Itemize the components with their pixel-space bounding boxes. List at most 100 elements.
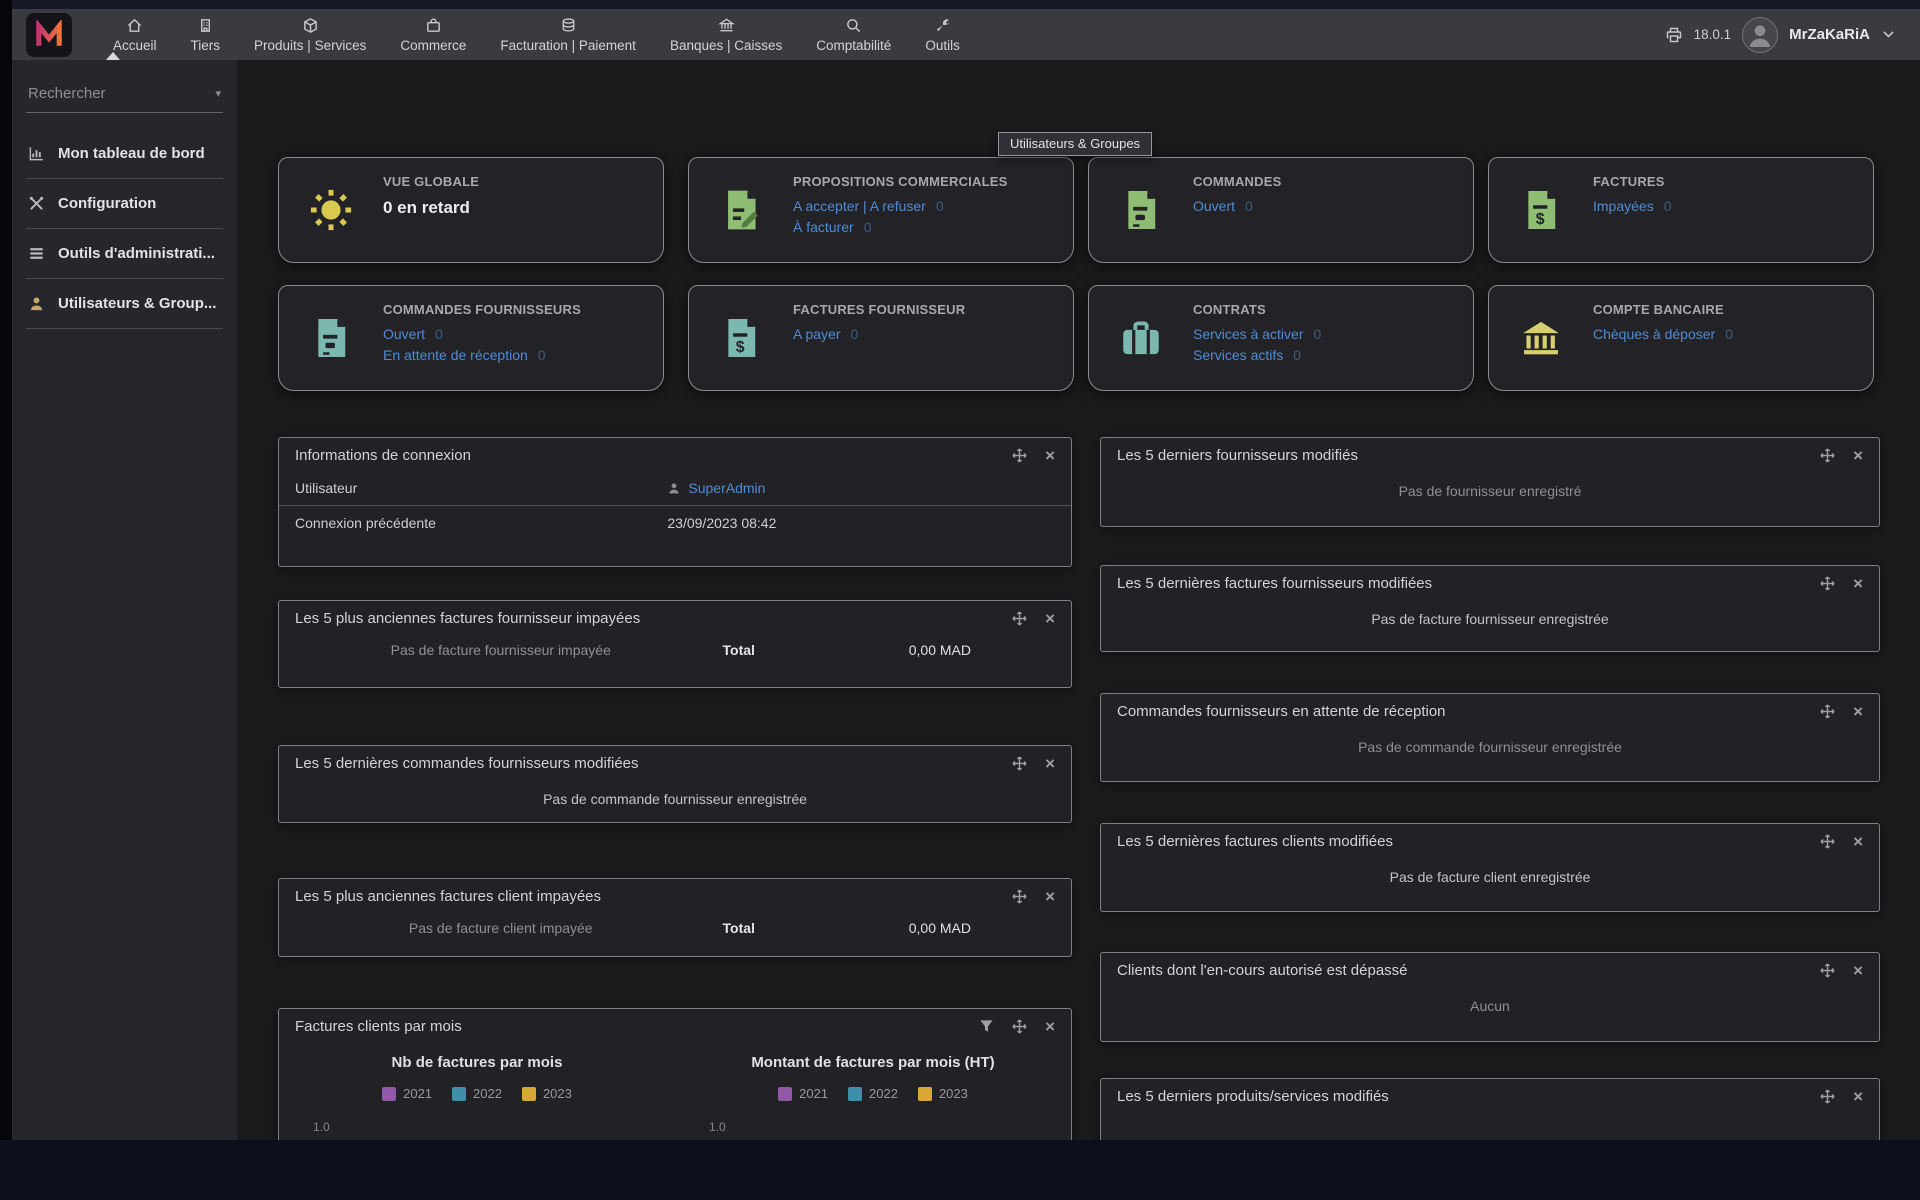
kpi-link[interactable]: Ouvert: [1193, 198, 1235, 214]
nav-tiers[interactable]: Tiers: [174, 9, 238, 60]
cube-icon: [302, 17, 319, 34]
nav-label: Comptabilité: [816, 38, 891, 53]
nav-banques-caisses[interactable]: Banques | Caisses: [653, 9, 799, 60]
app-logo[interactable]: [26, 13, 72, 57]
bank-icon: [718, 17, 735, 34]
nav-commerce[interactable]: Commerce: [383, 9, 483, 60]
kpi-compte-bancaire[interactable]: COMPTE BANCAIRE Chèques à déposer0: [1488, 285, 1874, 391]
crossed-tools-icon: [28, 195, 45, 212]
hover-tooltip: Utilisateurs & Groupes: [998, 132, 1152, 156]
kpi-link[interactable]: Services actifs: [1193, 347, 1283, 363]
move-handle-icon[interactable]: [1012, 756, 1027, 771]
move-handle-icon[interactable]: [1820, 704, 1835, 719]
legend-swatch-2021: [778, 1087, 792, 1101]
search-input[interactable]: [26, 84, 213, 103]
nav-produits-services[interactable]: Produits | Services: [237, 9, 383, 60]
y-axis-tick: 1.0: [313, 1120, 330, 1134]
kpi-link[interactable]: Impayées: [1593, 198, 1654, 214]
user-icon: [28, 295, 45, 312]
print-button[interactable]: [1665, 26, 1683, 44]
widget-title: Les 5 dernières commandes fournisseurs m…: [295, 755, 639, 772]
kpi-link[interactable]: En attente de réception: [383, 347, 528, 363]
kpi-link[interactable]: À facturer: [793, 219, 854, 235]
sidebar-item-configuration[interactable]: Configuration: [26, 179, 223, 229]
nav-comptabilite[interactable]: Comptabilité: [799, 9, 908, 60]
empty-state-text: Pas de facture client impayée: [279, 920, 723, 936]
close-icon[interactable]: ×: [1045, 888, 1055, 905]
kpi-link[interactable]: A accepter | A refuser: [793, 198, 926, 214]
y-axis-tick: 1.0: [709, 1120, 726, 1134]
move-handle-icon[interactable]: [1820, 576, 1835, 591]
kpi-value: 0 en retard: [383, 198, 663, 218]
close-icon[interactable]: ×: [1045, 1018, 1055, 1035]
kpi-title: FACTURES: [1593, 174, 1873, 189]
kpi-link[interactable]: Ouvert: [383, 326, 425, 342]
nav-facturation-paiement[interactable]: Facturation | Paiement: [483, 9, 653, 60]
move-handle-icon[interactable]: [1012, 1019, 1027, 1034]
widget-factures-client-impayees: Les 5 plus anciennes factures client imp…: [278, 878, 1072, 957]
close-icon[interactable]: ×: [1045, 447, 1055, 464]
move-handle-icon[interactable]: [1012, 889, 1027, 904]
kpi-factures-fournisseur[interactable]: $ FACTURES FOURNISSEUR A payer0: [688, 285, 1074, 391]
kpi-contrats[interactable]: CONTRATS Services à activer0 Services ac…: [1088, 285, 1474, 391]
kpi-link[interactable]: Services à activer: [1193, 326, 1303, 342]
superadmin-link[interactable]: SuperAdmin: [688, 480, 765, 496]
widget-dernieres-factures-fournisseurs: Les 5 dernières factures fournisseurs mo…: [1100, 565, 1880, 652]
sidebar-item-users-groups[interactable]: Utilisateurs & Group...: [26, 279, 223, 329]
main-nav: Accueil Tiers Produits | Services Commer…: [96, 9, 977, 60]
list-icon: [28, 245, 45, 262]
coins-icon: [560, 17, 577, 34]
move-handle-icon[interactable]: [1820, 1089, 1835, 1104]
kpi-count: 0: [864, 219, 872, 235]
sidebar-item-dashboard[interactable]: Mon tableau de bord: [26, 129, 223, 179]
sidebar-item-admin-tools[interactable]: Outils d'administrati...: [26, 229, 223, 279]
move-handle-icon[interactable]: [1820, 448, 1835, 463]
close-icon[interactable]: ×: [1853, 575, 1863, 592]
close-icon[interactable]: ×: [1853, 962, 1863, 979]
home-icon: [126, 17, 143, 34]
legend-swatch-2023: [522, 1087, 536, 1101]
chevron-down-icon[interactable]: [1883, 29, 1894, 41]
kpi-link[interactable]: Chèques à déposer: [1593, 326, 1715, 342]
empty-state-text: Aucun: [1101, 986, 1879, 1030]
kpi-propositions-commerciales[interactable]: PROPOSITIONS COMMERCIALES A accepter | A…: [688, 157, 1074, 263]
close-icon[interactable]: ×: [1853, 833, 1863, 850]
kpi-commandes[interactable]: COMMANDES Ouvert0: [1088, 157, 1474, 263]
close-icon[interactable]: ×: [1853, 1088, 1863, 1105]
filter-icon[interactable]: [979, 1019, 994, 1034]
chart-legend: 2021 2022 2023: [675, 1086, 1071, 1101]
legend-label: 2021: [799, 1086, 828, 1101]
briefcase-icon: [1089, 286, 1193, 390]
move-handle-icon[interactable]: [1012, 611, 1027, 626]
kpi-count: 0: [435, 326, 443, 342]
empty-state-text: Pas de facture fournisseur enregistrée: [1101, 599, 1879, 643]
document-icon: [1089, 158, 1193, 262]
info-value: 23/09/2023 08:42: [667, 515, 776, 531]
search-dropdown-caret-icon[interactable]: ▾: [213, 87, 223, 100]
kpi-commandes-fournisseurs[interactable]: COMMANDES FOURNISSEURS Ouvert0 En attent…: [278, 285, 664, 391]
move-handle-icon[interactable]: [1820, 834, 1835, 849]
close-icon[interactable]: ×: [1045, 755, 1055, 772]
chart-legend: 2021 2022 2023: [279, 1086, 675, 1101]
widget-title: Commandes fournisseurs en attente de réc…: [1117, 703, 1446, 720]
nav-label: Commerce: [400, 38, 466, 53]
widget-commandes-fournisseurs-modifiees: Les 5 dernières commandes fournisseurs m…: [278, 745, 1072, 823]
avatar[interactable]: [1742, 17, 1778, 53]
widget-dernieres-factures-clients: Les 5 dernières factures clients modifié…: [1100, 823, 1880, 912]
user-menu[interactable]: MrZaKaRiA: [1789, 26, 1870, 43]
close-icon[interactable]: ×: [1853, 703, 1863, 720]
nav-outils[interactable]: Outils: [908, 9, 977, 60]
kpi-link[interactable]: A payer: [793, 326, 840, 342]
close-icon[interactable]: ×: [1045, 610, 1055, 627]
kpi-factures[interactable]: $ FACTURES Impayées0: [1488, 157, 1874, 263]
kpi-vue-globale[interactable]: VUE GLOBALE 0 en retard: [278, 157, 664, 263]
move-handle-icon[interactable]: [1820, 963, 1835, 978]
move-handle-icon[interactable]: [1012, 448, 1027, 463]
chart-title: Montant de factures par mois (HT): [675, 1054, 1071, 1071]
sidebar-item-label: Outils d'administrati...: [58, 245, 215, 262]
widget-title: Les 5 derniers fournisseurs modifiés: [1117, 447, 1358, 464]
info-row-connexion-precedente: Connexion précédente 23/09/2023 08:42: [279, 505, 1071, 540]
legend-label: 2022: [473, 1086, 502, 1101]
widget-derniers-produits-services: Les 5 derniers produits/services modifié…: [1100, 1078, 1880, 1140]
close-icon[interactable]: ×: [1853, 447, 1863, 464]
